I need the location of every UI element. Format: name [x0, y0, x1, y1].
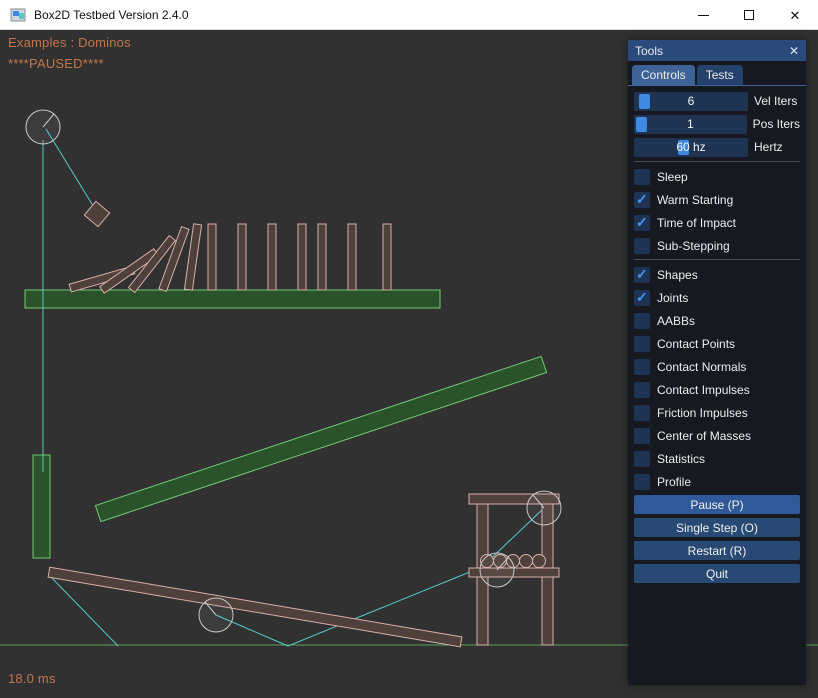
tools-panel: Tools ✕ Controls Tests 6 Vel Iters	[628, 40, 806, 685]
checkbox-center-of-masses-label: Center of Masses	[657, 429, 751, 443]
pendulum-bob	[84, 201, 109, 226]
pos-iters-row: 1 Pos Iters	[634, 114, 800, 134]
checkbox-contact-normals-box[interactable]: ✓	[634, 359, 650, 375]
tools-close-icon[interactable]: ✕	[789, 44, 799, 58]
checkbox-joints[interactable]: ✓ Joints	[634, 288, 800, 307]
checkbox-contact-impulses-box[interactable]: ✓	[634, 382, 650, 398]
checkbox-contact-impulses-label: Contact Impulses	[657, 383, 750, 397]
checkbox-shapes-label: Shapes	[657, 268, 698, 282]
checkbox-friction-impulses-label: Friction Impulses	[657, 406, 748, 420]
tools-tabbar: Controls Tests	[628, 61, 806, 86]
hertz-label: Hertz	[754, 140, 783, 154]
tools-title: Tools	[635, 44, 663, 58]
checkbox-contact-normals[interactable]: ✓ Contact Normals	[634, 357, 800, 376]
hertz-slider[interactable]: 60 hz	[634, 138, 748, 157]
hertz-row: 60 hz Hertz	[634, 137, 800, 157]
checkbox-time-of-impact[interactable]: ✓ Time of Impact	[634, 213, 800, 232]
dominoes-standing[interactable]	[208, 224, 391, 290]
minimize-button[interactable]	[680, 0, 726, 30]
maximize-button[interactable]	[726, 0, 772, 30]
vel-iters-row: 6 Vel Iters	[634, 91, 800, 111]
cart-structure[interactable]	[469, 491, 561, 645]
tools-content: 6 Vel Iters 1 Pos Iters 60 hz	[628, 86, 806, 592]
frame-time-label: 18.0 ms	[8, 671, 56, 686]
restart-button[interactable]: Restart (R)	[634, 541, 800, 560]
pos-iters-slider[interactable]: 1	[634, 115, 747, 134]
checkbox-shapes-box[interactable]: ✓	[634, 267, 650, 283]
check-icon: ✓	[636, 191, 648, 208]
paused-label: ****PAUSED****	[8, 56, 104, 71]
close-icon: ✕	[790, 9, 801, 22]
checkbox-time-of-impact-box[interactable]: ✓	[634, 215, 650, 231]
checkbox-time-of-impact-label: Time of Impact	[657, 216, 736, 230]
checkbox-center-of-masses[interactable]: ✓ Center of Masses	[634, 426, 800, 445]
checkbox-aabbs-box[interactable]: ✓	[634, 313, 650, 329]
client-area: Examples : Dominos ****PAUSED**** 18.0 m…	[0, 30, 818, 698]
example-label: Examples : Dominos	[8, 35, 131, 50]
pendulum-group[interactable]	[26, 110, 110, 227]
titlebar: Box2D Testbed Version 2.4.0 ✕	[0, 0, 818, 30]
pos-iters-value: 1	[634, 115, 747, 134]
separator	[634, 161, 800, 162]
checkbox-warm-starting-box[interactable]: ✓	[634, 192, 650, 208]
checkbox-friction-impulses-box[interactable]: ✓	[634, 405, 650, 421]
vel-iters-value: 6	[634, 92, 748, 111]
checkbox-aabbs-label: AABBs	[657, 314, 695, 328]
checkbox-contact-points-label: Contact Points	[657, 337, 735, 351]
checkbox-friction-impulses[interactable]: ✓ Friction Impulses	[634, 403, 800, 422]
checkbox-aabbs[interactable]: ✓ AABBs	[634, 311, 800, 330]
checkbox-center-of-masses-box[interactable]: ✓	[634, 428, 650, 444]
checkbox-sub-stepping[interactable]: ✓ Sub-Stepping	[634, 236, 800, 255]
tab-controls[interactable]: Controls	[632, 65, 695, 85]
checkbox-sub-stepping-box[interactable]: ✓	[634, 238, 650, 254]
checkbox-profile-box[interactable]: ✓	[634, 474, 650, 490]
checkbox-statistics-box[interactable]: ✓	[634, 451, 650, 467]
checkbox-contact-normals-label: Contact Normals	[657, 360, 746, 374]
window-controls: ✕	[680, 0, 818, 30]
pause-button[interactable]: Pause (P)	[634, 495, 800, 514]
checkbox-statistics-label: Statistics	[657, 452, 705, 466]
checkbox-warm-starting[interactable]: ✓ Warm Starting	[634, 190, 800, 209]
checkbox-sleep-box[interactable]: ✓	[634, 169, 650, 185]
close-button[interactable]: ✕	[772, 0, 818, 30]
checkbox-sleep[interactable]: ✓ Sleep	[634, 167, 800, 186]
quit-button[interactable]: Quit	[634, 564, 800, 583]
checkbox-joints-box[interactable]: ✓	[634, 290, 650, 306]
checkbox-contact-impulses[interactable]: ✓ Contact Impulses	[634, 380, 800, 399]
dominoes-falling[interactable]	[69, 224, 201, 293]
hertz-value: 60 hz	[634, 138, 748, 157]
checkbox-profile[interactable]: ✓ Profile	[634, 472, 800, 491]
app-window: Box2D Testbed Version 2.4.0 ✕	[0, 0, 818, 698]
checkbox-contact-points[interactable]: ✓ Contact Points	[634, 334, 800, 353]
checkbox-profile-label: Profile	[657, 475, 691, 489]
tools-titlebar[interactable]: Tools ✕	[628, 40, 806, 61]
vel-iters-label: Vel Iters	[754, 94, 797, 108]
single-step-button[interactable]: Single Step (O)	[634, 518, 800, 537]
support-post	[33, 455, 50, 558]
check-icon: ✓	[636, 289, 648, 306]
seesaw-group[interactable]	[48, 567, 462, 647]
checkbox-joints-label: Joints	[657, 291, 688, 305]
app-icon	[10, 7, 26, 23]
check-icon: ✓	[636, 214, 648, 231]
vel-iters-slider[interactable]: 6	[634, 92, 748, 111]
checkbox-sleep-label: Sleep	[657, 170, 688, 184]
checkbox-contact-points-box[interactable]: ✓	[634, 336, 650, 352]
minimize-icon	[698, 15, 709, 16]
seesaw-plank	[48, 567, 462, 647]
pos-iters-label: Pos Iters	[753, 117, 800, 131]
check-icon: ✓	[636, 266, 648, 283]
separator	[634, 259, 800, 260]
platform-shelf	[25, 290, 440, 308]
checkbox-statistics[interactable]: ✓ Statistics	[634, 449, 800, 468]
window-title: Box2D Testbed Version 2.4.0	[34, 8, 189, 22]
checkbox-warm-starting-label: Warm Starting	[657, 193, 733, 207]
checkbox-shapes[interactable]: ✓ Shapes	[634, 265, 800, 284]
tab-tests[interactable]: Tests	[697, 65, 743, 85]
checkbox-sub-stepping-label: Sub-Stepping	[657, 239, 730, 253]
maximize-icon	[744, 10, 754, 20]
